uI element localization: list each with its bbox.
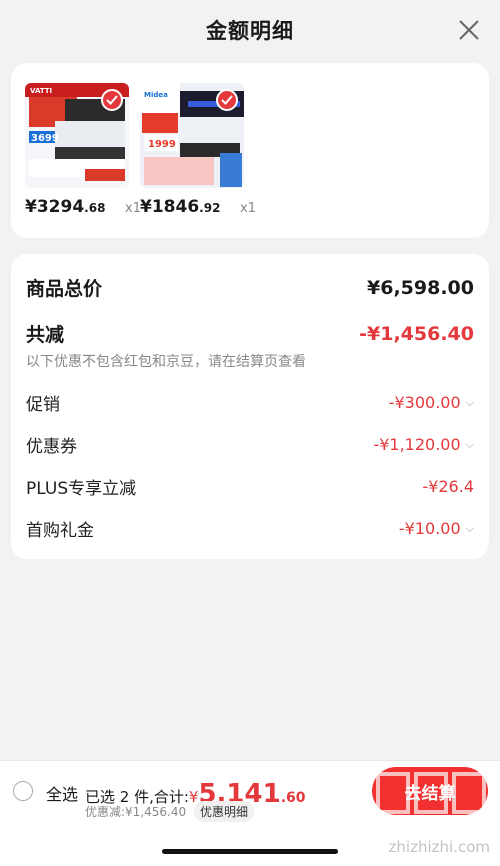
selected-check-icon[interactable] (101, 89, 123, 111)
discount-label: 首购礼金 (26, 521, 94, 541)
total-label: 商品总价 (26, 278, 103, 300)
discount-label: 优惠券 (26, 437, 77, 457)
chevron-down-icon[interactable]: ⌵ (466, 396, 474, 410)
reduce-value: -¥1,456.40 (359, 322, 474, 345)
product-image: VATTI 3699 (25, 83, 129, 188)
price-detail-card: 商品总价 ¥6,598.00 共减 -¥1,456.40 以下优惠不包含红包和京… (11, 254, 489, 559)
discount-value: -¥26.4 (422, 477, 474, 496)
svg-text:Midea: Midea (144, 91, 168, 99)
discount-row[interactable]: 优惠券 -¥1,120.00 ⌵ (26, 432, 474, 457)
selected-check-icon[interactable] (216, 89, 238, 111)
product-item[interactable]: VATTI 3699 ¥3294.68 x1 (25, 83, 141, 217)
product-card: VATTI 3699 ¥3294.68 x1 Midea 1999 ¥1846.… (11, 63, 489, 238)
watermark-text: zhizhizhi.com (388, 838, 490, 856)
product-price: ¥3294.68 (25, 197, 106, 217)
discount-label: PLUS专享立减 (26, 479, 137, 499)
chevron-down-icon[interactable]: ⌵ (466, 438, 474, 452)
total-value: ¥6,598.00 (367, 276, 474, 299)
select-all-radio[interactable] (13, 781, 33, 801)
discount-note: 以下优惠不包含红包和京豆，请在结算页查看 (26, 354, 306, 370)
page-title: 金额明细 (206, 19, 294, 43)
product-price: ¥1846.92 (140, 197, 221, 217)
product-item[interactable]: Midea 1999 ¥1846.92 x1 (140, 83, 256, 217)
discount-row[interactable]: 促销 -¥300.00 ⌵ (26, 390, 474, 415)
discount-summary: 优惠减:¥1,456.40 (85, 805, 187, 819)
discount-detail-button[interactable]: 优惠明细 (194, 801, 255, 822)
svg-text:1999: 1999 (148, 139, 176, 150)
svg-text:3699: 3699 (31, 133, 59, 144)
close-icon[interactable] (458, 19, 480, 41)
watermark-logo (376, 770, 486, 827)
discount-row[interactable]: 首购礼金 -¥10.00 ⌵ (26, 516, 474, 541)
discount-value: -¥1,120.00 (373, 435, 461, 454)
home-indicator (162, 849, 338, 854)
total-row: 商品总价 ¥6,598.00 (26, 274, 474, 301)
product-image: Midea 1999 (140, 83, 244, 188)
discount-value: -¥10.00 (398, 519, 461, 538)
total-decimal: .60 (280, 790, 306, 806)
reduce-label: 共减 (26, 324, 65, 346)
select-all-label[interactable]: 全选 (46, 781, 78, 805)
chevron-down-icon[interactable]: ⌵ (466, 522, 474, 536)
discount-row: PLUS专享立减 -¥26.4 (26, 474, 474, 499)
product-qty: x1 (240, 201, 256, 216)
discount-label: 促销 (26, 395, 60, 415)
reduce-row: 共减 -¥1,456.40 (26, 320, 474, 347)
product-qty: x1 (125, 201, 141, 216)
discount-value: -¥300.00 (388, 393, 461, 412)
svg-text:VATTI: VATTI (30, 87, 52, 95)
header: 金额明细 (0, 0, 500, 60)
